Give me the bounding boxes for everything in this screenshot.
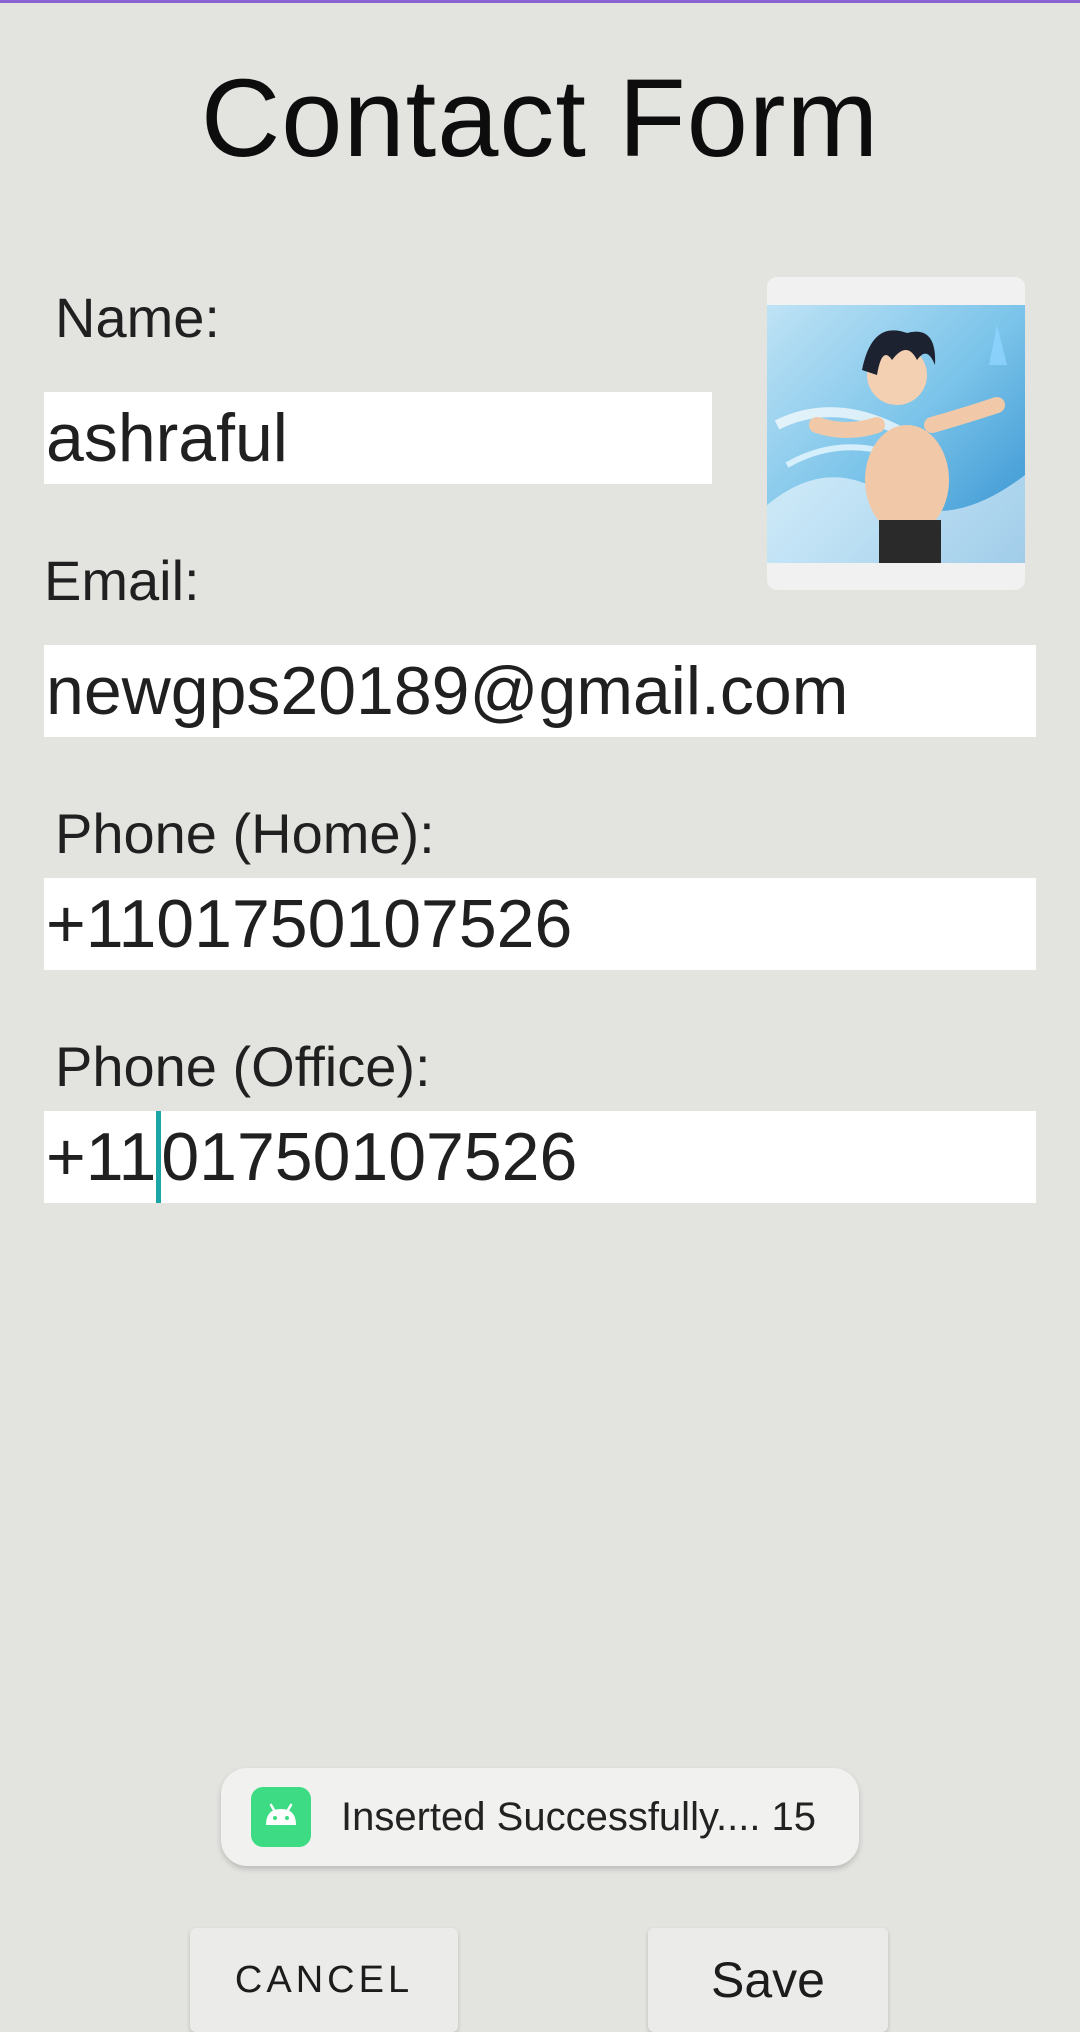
name-field[interactable]: ashraful <box>44 392 712 484</box>
phone-office-text-before-caret: +11 <box>46 1119 157 1195</box>
phone-home-field[interactable]: +1101750107526 <box>44 878 1036 970</box>
name-label: Name: <box>55 286 220 349</box>
phone-office-label: Phone (Office): <box>55 1035 431 1098</box>
toast-notification: Inserted Successfully.... 15 <box>221 1768 859 1866</box>
email-label: Email: <box>44 549 200 612</box>
toast-message: Inserted Successfully.... 15 <box>341 1795 817 1839</box>
top-accent-bar <box>0 0 1080 3</box>
android-icon <box>251 1787 311 1847</box>
save-button[interactable]: Save <box>648 1928 888 2032</box>
phone-office-field[interactable]: +1101750107526 <box>44 1111 1036 1203</box>
email-field[interactable]: newgps20189@gmail.com <box>44 645 1036 737</box>
phone-home-label: Phone (Home): <box>55 802 435 865</box>
contact-photo[interactable] <box>767 305 1025 563</box>
cancel-button[interactable]: CANCEL <box>190 1928 458 2032</box>
page-title: Contact Form <box>200 57 880 180</box>
phone-office-text-after-caret: 01750107526 <box>161 1119 578 1195</box>
